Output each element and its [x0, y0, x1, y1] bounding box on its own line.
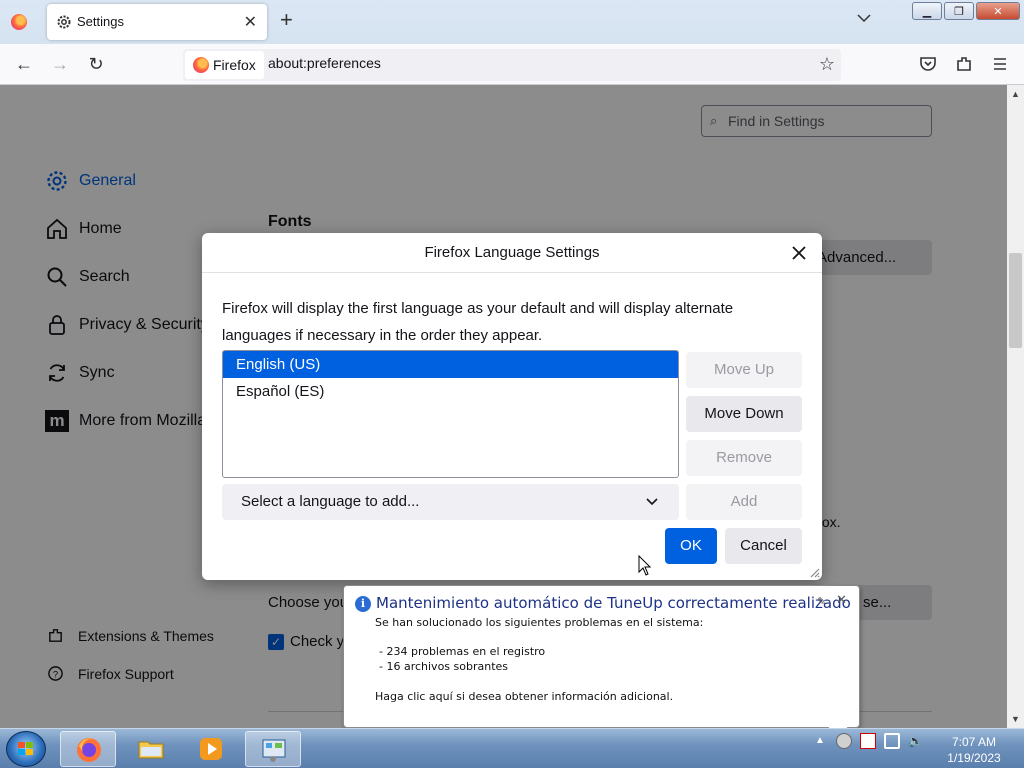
select-value: Select a language to add... — [241, 493, 420, 510]
start-button[interactable] — [6, 731, 46, 767]
tuneup-notification[interactable]: i Mantenimiento automático de TuneUp cor… — [343, 585, 860, 728]
taskbar-firefox[interactable] — [60, 731, 116, 767]
dialog-description: Firefox will display the first language … — [222, 300, 734, 344]
chevron-down-icon[interactable] — [856, 10, 872, 26]
add-language-select[interactable]: Select a language to add... — [222, 484, 679, 520]
scroll-down-icon[interactable]: ▼ — [1011, 714, 1020, 724]
taskbar-clock[interactable]: 7:07 AM 1/19/2023 — [940, 734, 1008, 766]
folder-icon — [138, 741, 164, 759]
notification-line: - 234 problemas en el registro — [379, 645, 546, 658]
scrollbar-thumb[interactable] — [1009, 253, 1022, 348]
move-down-button[interactable]: Move Down — [686, 396, 802, 432]
taskbar-file-explorer[interactable] — [123, 731, 179, 767]
remove-button[interactable]: Remove — [686, 440, 802, 476]
url-text[interactable]: about:preferences — [268, 55, 381, 71]
windows-logo-icon — [18, 742, 33, 755]
gear-icon — [57, 15, 71, 29]
system-tray: ▲ 🔈 — [812, 733, 924, 749]
pin-icon[interactable]: ✎ — [817, 595, 826, 608]
clock-time: 7:07 AM — [951, 735, 997, 749]
new-tab-button[interactable]: + — [280, 9, 293, 31]
close-icon[interactable] — [788, 242, 810, 264]
navigation-toolbar: ← → ↻ Firefox about:preferences ☆ — [0, 44, 1024, 85]
firefox-view-icon[interactable] — [11, 14, 27, 30]
firefox-logo-icon — [77, 738, 101, 762]
windows-taskbar: ▲ 🔈 7:07 AM 1/19/2023 — [0, 728, 1024, 768]
vertical-scrollbar[interactable]: ▲ ▼ — [1007, 85, 1024, 728]
notification-title: Mantenimiento automático de TuneUp corre… — [376, 594, 851, 612]
extensions-icon[interactable] — [955, 55, 973, 73]
back-button[interactable]: ← — [14, 54, 34, 74]
clock-date: 1/19/2023 — [947, 751, 1001, 765]
cancel-button[interactable]: Cancel — [725, 528, 802, 564]
close-window-button[interactable]: ✕ — [976, 2, 1020, 20]
close-icon[interactable]: ✕ — [836, 592, 847, 608]
url-bar[interactable]: Firefox about:preferences ☆ — [183, 49, 841, 81]
show-hidden-icons-icon[interactable]: ▲ — [812, 733, 828, 749]
chevron-down-icon — [646, 498, 658, 506]
resize-grip-icon[interactable] — [808, 566, 820, 578]
media-player-icon — [200, 738, 222, 760]
tab-settings[interactable]: Settings ✕ — [47, 4, 267, 40]
identity-label: Firefox — [213, 57, 256, 73]
info-icon: i — [355, 596, 371, 612]
notification-line: - 16 archivos sobrantes — [379, 660, 509, 673]
move-up-button[interactable]: Move Up — [686, 352, 802, 388]
dialog-title: Firefox Language Settings — [202, 233, 822, 273]
close-tab-icon[interactable]: ✕ — [244, 12, 257, 32]
bookmark-star-icon[interactable]: ☆ — [819, 54, 835, 75]
control-panel-icon — [262, 739, 286, 762]
add-button[interactable]: Add — [686, 484, 802, 520]
network-icon[interactable] — [884, 733, 900, 749]
tuneup-tray-icon[interactable] — [836, 733, 852, 749]
notification-line: Se han solucionado los siguientes proble… — [375, 616, 704, 629]
tab-title: Settings — [77, 14, 124, 29]
restore-button[interactable]: ❐ — [944, 2, 974, 20]
ok-button[interactable]: OK — [665, 528, 717, 564]
volume-muted-icon[interactable]: 🔈 — [908, 733, 924, 749]
forward-button[interactable]: → — [50, 54, 70, 74]
firefox-logo-icon — [193, 57, 209, 73]
minimize-button[interactable]: ▁ — [912, 2, 942, 20]
language-settings-dialog: Firefox Language Settings Firefox will d… — [202, 233, 822, 580]
list-item[interactable]: English (US) — [223, 351, 678, 378]
identity-box[interactable]: Firefox — [185, 51, 264, 79]
mouse-cursor-icon — [638, 555, 652, 576]
language-list[interactable]: English (US) Español (ES) — [222, 350, 679, 478]
tab-strip: Settings ✕ + ▁ ❐ ✕ — [0, 0, 1024, 44]
taskbar-media-player[interactable] — [183, 731, 239, 767]
action-center-icon[interactable] — [860, 733, 876, 749]
taskbar-control-panel[interactable] — [245, 731, 301, 767]
list-item[interactable]: Español (ES) — [223, 378, 678, 405]
reload-button[interactable]: ↻ — [86, 54, 106, 74]
scroll-up-icon[interactable]: ▲ — [1011, 89, 1020, 99]
menu-icon[interactable] — [991, 55, 1009, 73]
notification-link[interactable]: Haga clic aquí si desea obtener informac… — [375, 690, 673, 703]
pocket-icon[interactable] — [919, 55, 937, 73]
